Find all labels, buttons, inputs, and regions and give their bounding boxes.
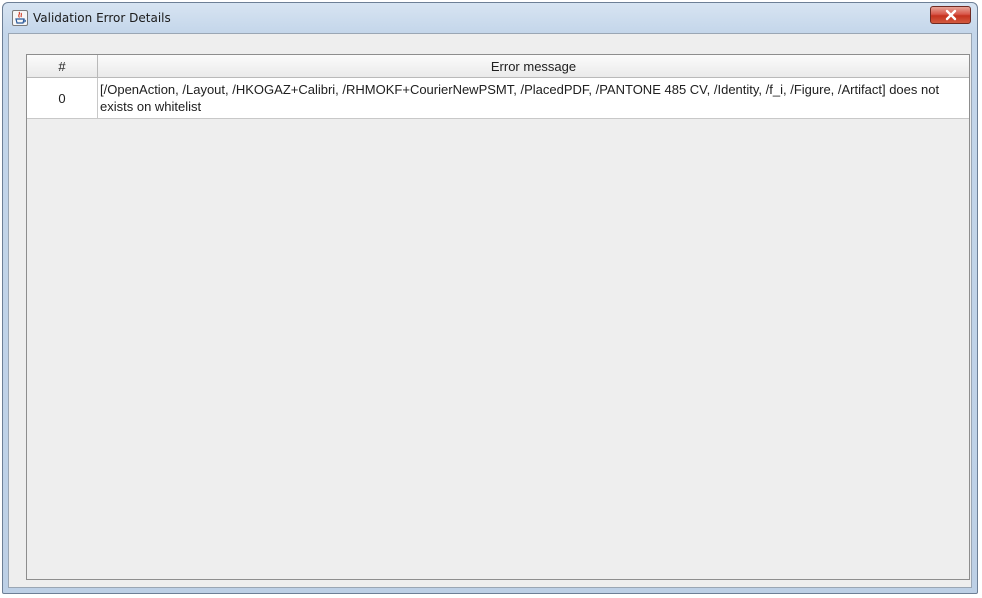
error-table-scroll-pane[interactable]: # Error message 0 [/OpenAction, /Layout,… bbox=[26, 54, 970, 580]
column-header-error-message[interactable]: Error message bbox=[97, 55, 969, 78]
close-icon bbox=[945, 9, 956, 21]
table-row[interactable]: 0 [/OpenAction, /Layout, /HKOGAZ+Calibri… bbox=[27, 77, 969, 119]
validation-error-window: Validation Error Details # Error message… bbox=[2, 2, 978, 594]
window-title: Validation Error Details bbox=[33, 11, 171, 25]
table-header-row: # Error message bbox=[27, 55, 969, 78]
error-table: # Error message 0 [/OpenAction, /Layout,… bbox=[27, 55, 969, 119]
java-icon bbox=[12, 10, 28, 26]
error-index-cell[interactable]: 0 bbox=[27, 77, 98, 119]
close-button[interactable] bbox=[930, 6, 971, 24]
column-header-index[interactable]: # bbox=[27, 55, 98, 78]
title-bar[interactable]: Validation Error Details bbox=[3, 3, 977, 33]
dialog-content: # Error message 0 [/OpenAction, /Layout,… bbox=[8, 33, 972, 588]
error-message-cell[interactable]: [/OpenAction, /Layout, /HKOGAZ+Calibri, … bbox=[97, 77, 969, 119]
